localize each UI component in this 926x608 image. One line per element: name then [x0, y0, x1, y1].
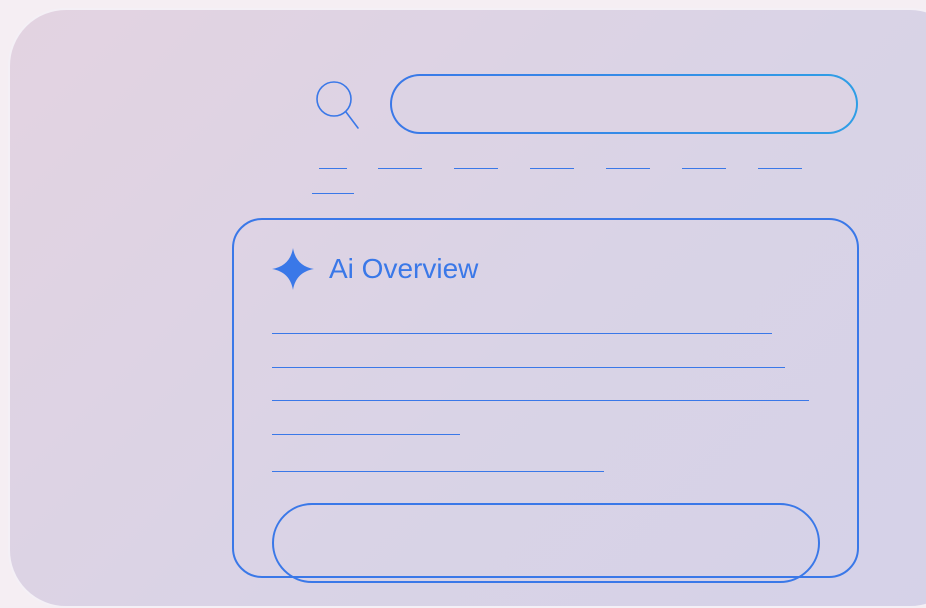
ai-overview-title: Ai Overview: [329, 253, 479, 284]
filter-tab-placeholder[interactable]: [312, 193, 354, 194]
search-icon[interactable]: [314, 80, 362, 132]
text-line-placeholder: [272, 434, 460, 435]
filter-tab-placeholder[interactable]: [682, 168, 726, 169]
text-line-placeholder: [272, 471, 604, 472]
filter-tab-placeholder[interactable]: [378, 168, 422, 169]
sparkle-icon: [272, 248, 314, 290]
filter-tab-placeholder[interactable]: [530, 168, 574, 169]
search-input[interactable]: [390, 74, 858, 134]
filter-tab-placeholder[interactable]: [606, 168, 650, 169]
text-line-placeholder: [272, 400, 809, 401]
filter-tab-placeholder[interactable]: [454, 168, 498, 169]
text-line-placeholder: [272, 367, 785, 368]
filter-tab-placeholder[interactable]: [319, 168, 347, 169]
text-line-placeholder: [272, 333, 772, 334]
ai-overview-source-card[interactable]: [272, 503, 820, 583]
filter-tab-placeholder[interactable]: [758, 168, 802, 169]
